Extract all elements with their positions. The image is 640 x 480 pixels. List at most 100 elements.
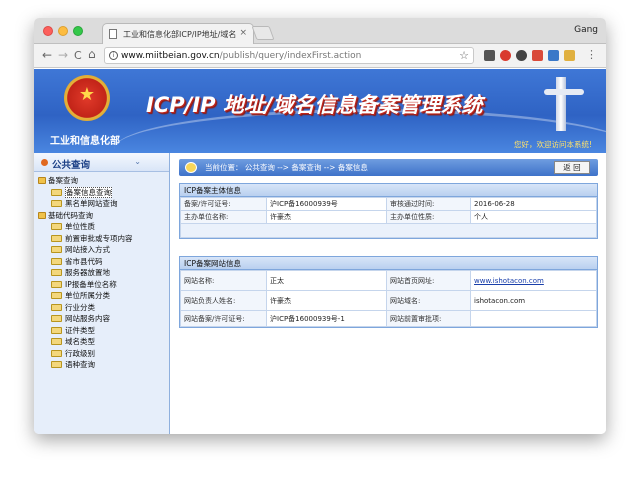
forward-icon[interactable]: → — [58, 48, 68, 62]
field-value: ishotacon.com — [470, 290, 597, 311]
field-value: 个人 — [470, 210, 597, 224]
sidebar-item[interactable]: 备案信息查询 — [38, 186, 169, 199]
page-icon — [51, 315, 62, 322]
breadcrumb-text: 当前位置： 公共查询 --> 备案查询 --> 备案信息 — [205, 163, 368, 172]
sidebar-item[interactable]: 行业分类 — [38, 302, 169, 314]
sidebar-tree: 备案查询 备案信息查询 黑名单网站查询基础代码查询单位性质前置审批或专项内容 网站接入… — [34, 172, 169, 371]
profile-name[interactable]: Gang — [574, 25, 598, 35]
sidebar-item-label: 备案查询 — [48, 176, 78, 185]
minimize-window-button[interactable] — [58, 26, 68, 36]
page-icon — [51, 292, 62, 299]
sidebar-item[interactable]: 基础代码查询 — [38, 210, 169, 222]
sidebar-item-label: 单位性质 — [65, 222, 95, 231]
page-icon — [51, 188, 62, 196]
bookmark-star-icon[interactable]: ☆ — [459, 49, 469, 62]
sidebar-item-label: 黑名单网站查询 — [65, 199, 118, 208]
field-label: 网站首页网址: — [386, 270, 471, 291]
page-icon — [51, 303, 62, 311]
sidebar-item[interactable]: 省市县代码 — [38, 256, 169, 268]
sidebar-item-label: 行政级别 — [65, 348, 95, 358]
home-icon[interactable]: ⌂ — [88, 47, 96, 61]
page-icon — [51, 234, 62, 242]
site-banner: ★ 工业和信息化部 ICP/IP 地址/域名信息备案管理系统 您好，欢迎访问本系… — [34, 69, 606, 153]
extension-icon[interactable] — [516, 50, 527, 61]
page-icon — [51, 200, 62, 207]
empty-cell — [180, 223, 597, 238]
huabiao-crossbar — [544, 89, 584, 95]
field-label: 网站备案/许可证号: — [180, 310, 267, 327]
sidebar-item-label: 网站服务内容 — [65, 314, 110, 323]
extension-icon[interactable] — [548, 50, 559, 61]
sidebar-item-label: IP报备单位名称 — [65, 279, 117, 289]
page-icon — [51, 326, 62, 334]
back-button[interactable]: 返 回 — [554, 161, 590, 174]
sidebar-item-label: 基础代码查询 — [48, 210, 93, 220]
sidebar-item[interactable]: 黑名单网站查询 — [38, 198, 169, 210]
field-value: 沪ICP备16000939号 — [266, 197, 387, 211]
sidebar-item[interactable]: 网站接入方式 — [38, 244, 169, 256]
homepage-link[interactable]: www.ishotacon.com — [474, 277, 544, 285]
national-emblem-icon: ★ — [64, 75, 110, 121]
folder-icon — [38, 177, 46, 184]
table-row: 网站负责人姓名: 许豪杰 网站域名: ishotacon.com — [180, 290, 597, 311]
sidebar-item[interactable]: 证件类型 — [38, 325, 169, 337]
table-row — [180, 223, 597, 238]
sidebar-item[interactable]: 单位所属分类 — [38, 290, 169, 302]
sidebar-item[interactable]: 服务器放置地 — [38, 267, 169, 279]
field-value — [470, 310, 597, 327]
field-label: 主办单位性质: — [386, 210, 471, 224]
browser-tab[interactable]: 工业和信息化部ICP/IP地址/域名 × — [102, 23, 254, 44]
sidebar-item[interactable]: 备案查询 — [38, 175, 169, 187]
tab-title: 工业和信息化部ICP/IP地址/域名 — [123, 30, 237, 39]
field-value: www.ishotacon.com — [470, 270, 597, 291]
huabiao-pillar-icon — [556, 77, 566, 131]
field-value: 正太 — [266, 270, 387, 291]
menu-icon[interactable]: ⋮ — [586, 48, 597, 61]
sidebar-item[interactable]: 单位性质 — [38, 221, 169, 233]
sidebar-item[interactable]: 语种查询 — [38, 359, 169, 371]
table-row: 网站备案/许可证号: 沪ICP备16000939号-1 网站前置审批项: — [180, 310, 597, 327]
new-tab-button[interactable] — [251, 26, 275, 40]
sidebar-item-label: 行业分类 — [65, 302, 95, 312]
site-info-panel: ICP备案网站信息 网站名称: 正太 网站首页网址: www.ishotacon… — [179, 256, 598, 328]
sidebar-item[interactable]: 行政级别 — [38, 348, 169, 360]
sidebar-item[interactable]: 网站服务内容 — [38, 313, 169, 325]
system-title: ICP/IP 地址/域名信息备案管理系统 — [146, 93, 483, 117]
table-row: 主办单位名称: 许豪杰 主办单位性质: 个人 — [180, 210, 597, 224]
info-icon[interactable]: i — [109, 51, 118, 60]
field-label: 网站名称: — [180, 270, 267, 291]
sidebar-item-label: 单位所属分类 — [65, 291, 110, 300]
field-value: 2016-06-28 — [470, 197, 597, 211]
browser-toolbar: ← → C ⌂ i www.miitbeian.gov.cn/publish/q… — [34, 44, 606, 68]
sidebar-item-label: 省市县代码 — [65, 256, 103, 266]
sidebar: 公共查询 ⌄ 备案查询 备案信息查询 黑名单网站查询基础代码查询单位性质前置审批或专… — [34, 153, 170, 434]
panel-title: ICP备案主体信息 — [180, 184, 597, 197]
page-icon — [51, 361, 62, 368]
main-content: 当前位置： 公共查询 --> 备案查询 --> 备案信息 返 回 ICP备案主体… — [171, 153, 606, 434]
extension-icon[interactable] — [484, 50, 495, 61]
tab-close-icon[interactable]: × — [239, 28, 247, 38]
chevron-down-icon[interactable]: ⌄ — [134, 157, 141, 166]
reload-icon[interactable]: C — [74, 49, 82, 62]
sidebar-item[interactable]: IP报备单位名称 — [38, 279, 169, 291]
sidebar-item-label: 语种查询 — [65, 360, 95, 369]
sidebar-header-label: 公共查询 — [52, 160, 91, 171]
sidebar-header[interactable]: 公共查询 ⌄ — [34, 153, 169, 172]
back-icon[interactable]: ← — [42, 48, 52, 62]
sidebar-item[interactable]: 域名类型 — [38, 336, 169, 348]
field-label: 备案/许可证号: — [180, 197, 267, 211]
close-window-button[interactable] — [43, 26, 53, 36]
address-bar[interactable]: i www.miitbeian.gov.cn/publish/query/ind… — [104, 47, 474, 64]
field-label: 网站前置审批项: — [386, 310, 471, 327]
sidebar-item-label: 网站接入方式 — [65, 245, 110, 254]
table-row: 网站名称: 正太 网站首页网址: www.ishotacon.com — [180, 270, 597, 291]
extension-icon[interactable] — [532, 50, 543, 61]
maximize-window-button[interactable] — [73, 26, 83, 36]
sidebar-item[interactable]: 前置审批或专项内容 — [38, 233, 169, 245]
page-icon — [51, 269, 62, 276]
extension-icon[interactable] — [564, 50, 575, 61]
field-value: 沪ICP备16000939号-1 — [266, 310, 387, 327]
adblock-icon[interactable] — [500, 50, 511, 61]
browser-window: 工业和信息化部ICP/IP地址/域名 × Gang ← → C ⌂ i www.… — [34, 18, 606, 434]
page-icon — [51, 338, 62, 345]
